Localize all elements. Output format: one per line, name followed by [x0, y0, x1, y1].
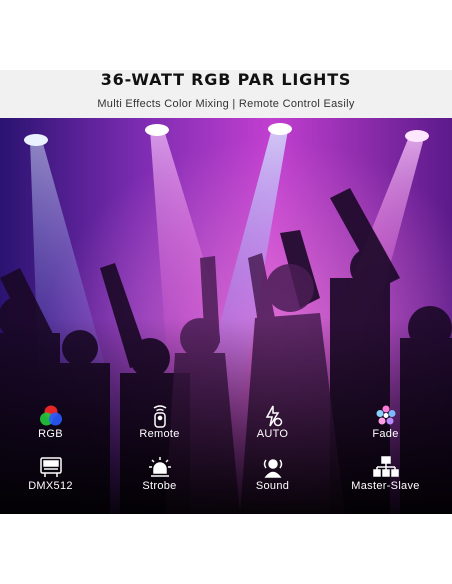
feature-fade: Fade — [329, 404, 442, 450]
features-grid: RGB Remote AUTO Fade DMX512 Strobe Sound… — [0, 404, 452, 514]
feature-dmx: DMX512 — [0, 456, 107, 502]
banner-header: 36-WATT RGB PAR LIGHTS Multi Effects Col… — [0, 70, 452, 118]
feature-sound: Sound — [216, 456, 329, 502]
feature-label-dmx: DMX512 — [28, 480, 73, 492]
feature-label-fade: Fade — [372, 428, 399, 440]
feature-label-auto: AUTO — [256, 428, 289, 440]
strobe-icon — [103, 456, 216, 482]
concert-crowd-image: RGB Remote AUTO Fade DMX512 Strobe Sound… — [0, 118, 452, 514]
feature-strobe: Strobe — [103, 456, 216, 502]
rgb-icon — [0, 404, 107, 430]
auto-icon — [216, 404, 329, 430]
master-slave-icon — [329, 456, 442, 482]
feature-label-strobe: Strobe — [142, 480, 177, 492]
feature-auto: AUTO — [216, 404, 329, 450]
feature-label-master-slave: Master-Slave — [351, 480, 420, 492]
feature-label-sound: Sound — [255, 480, 290, 492]
feature-label-rgb: RGB — [38, 428, 63, 440]
remote-icon — [103, 404, 216, 430]
sound-icon — [216, 456, 329, 482]
feature-remote: Remote — [103, 404, 216, 450]
feature-master-slave: Master-Slave — [329, 456, 442, 502]
product-subtitle: Multi Effects Color Mixing | Remote Cont… — [97, 98, 355, 110]
feature-label-remote: Remote — [139, 428, 180, 440]
product-title: 36-WATT RGB PAR LIGHTS — [100, 70, 352, 89]
dmx-icon — [0, 456, 107, 482]
fade-icon — [329, 404, 442, 430]
feature-rgb: RGB — [0, 404, 107, 450]
